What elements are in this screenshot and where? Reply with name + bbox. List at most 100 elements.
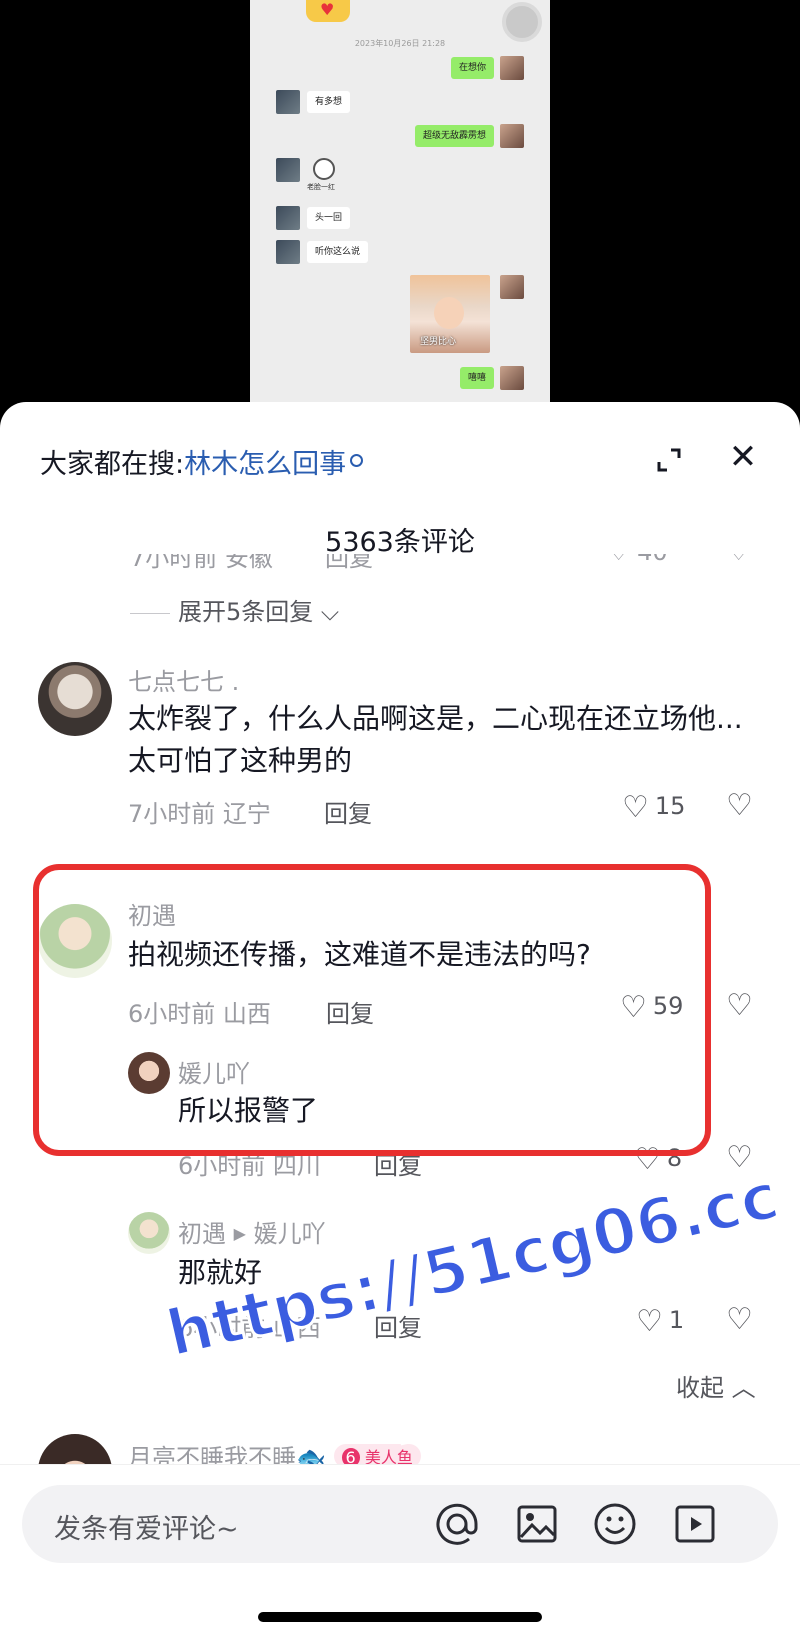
reply-button[interactable]: 回复 — [326, 994, 374, 1029]
dislike-icon[interactable]: ♡ — [726, 988, 753, 1023]
heart-icon: ♡ — [622, 790, 649, 825]
expand-label: 展开5条回复 — [178, 598, 314, 626]
hot-search-prefix: 大家都在搜: — [40, 449, 185, 480]
chat-bubble: 嘻嘻 — [459, 367, 494, 389]
hot-search-link[interactable]: 大家都在搜:林木怎么回事 — [40, 442, 364, 481]
chat-message: 嘻嘻 — [250, 366, 550, 394]
comment-composer: 发条有爱评论~ — [0, 1464, 800, 1636]
avatar[interactable] — [38, 662, 112, 736]
play-arrow-icon: ▶ — [233, 1224, 246, 1243]
comment-input[interactable]: 发条有爱评论~ — [22, 1485, 778, 1563]
like-button[interactable]: ♡ 59 — [620, 990, 683, 1025]
cat-sticker: 老脸一红 — [307, 158, 339, 192]
comment-author[interactable]: 七点七七 . — [128, 662, 239, 697]
like-button[interactable]: ♡ 40 — [608, 554, 668, 566]
dislike-icon[interactable]: ♡ — [726, 788, 753, 823]
chat-message: 有多想 — [250, 90, 550, 118]
comment-text: 那就好 — [178, 1256, 263, 1289]
avatar — [500, 366, 524, 390]
collapse-replies-button[interactable]: 收起 ︿ — [676, 1368, 756, 1403]
heart-icon: ♡ — [634, 1142, 661, 1177]
comment-text: 拍视频还传播，这难道不是违法的吗? — [128, 938, 591, 971]
sheet-header: 大家都在搜:林木怎么回事 ✕ — [0, 402, 800, 482]
comment-placeholder: 发条有爱评论~ — [54, 1514, 239, 1545]
chat-message: 听你这么说 — [250, 240, 550, 268]
like-button[interactable]: ♡ 8 — [634, 1142, 682, 1177]
chat-bubble: 在想你 — [450, 57, 494, 79]
dislike-icon[interactable]: ♡ — [728, 554, 750, 566]
divider — [130, 612, 170, 614]
comment-list[interactable]: 7小时前 安徽 回复 ♡ 40 ♡ 展开5条回复 ⌵ — [0, 542, 800, 1508]
partial-comment-footer: 7小时前 安徽 回复 ♡ 40 ♡ — [130, 554, 770, 574]
comment-meta: 7小时前 辽宁 — [128, 800, 271, 828]
avatar — [276, 206, 300, 230]
avatar[interactable] — [38, 904, 112, 978]
fullscreen-icon[interactable] — [655, 446, 683, 474]
cat-sticker-icon — [313, 158, 335, 180]
mention-icon[interactable] — [434, 1501, 480, 1547]
chat-bubble: 头一回 — [307, 207, 351, 229]
heart-emoji-icon — [306, 0, 350, 22]
avatar — [500, 56, 524, 80]
chat-bubble: 超级无敌霹雳想 — [414, 125, 494, 147]
reply-author-line: 初遇 ▶ 媛儿吖 — [178, 1214, 326, 1249]
dislike-icon[interactable]: ♡ — [726, 1302, 753, 1337]
comment-meta: 6小时前 四川 — [178, 1152, 321, 1180]
search-icon — [350, 454, 364, 467]
chat-message: 坚男比心 — [250, 275, 550, 359]
like-count: 8 — [666, 1144, 683, 1172]
reply-button[interactable]: 回复 — [325, 554, 373, 573]
collapse-label: 收起 — [676, 1374, 724, 1402]
chat-photo: 坚男比心 — [410, 275, 490, 353]
like-count: 1 — [668, 1306, 685, 1334]
chat-bubble: 有多想 — [307, 91, 351, 113]
avatar — [500, 124, 524, 148]
comment-meta: 6小时前 山西 — [178, 1314, 321, 1342]
like-button[interactable]: ♡ 15 — [622, 790, 685, 825]
comment-author[interactable]: 初遇 — [128, 896, 176, 931]
floating-assistive-dot — [502, 2, 542, 42]
sticker-caption: 老脸一红 — [307, 183, 335, 191]
chat-message: 超级无敌霹雳想 — [250, 124, 550, 152]
chat-message: 老脸一红 — [250, 158, 550, 198]
avatar — [276, 90, 300, 114]
video-reply-icon[interactable] — [672, 1501, 718, 1547]
comment-text: 太炸裂了，什么人品啊这是，二心现在还立场他...太可怕了这种男的 — [128, 702, 743, 777]
chevron-up-icon: ︿ — [731, 1374, 756, 1402]
comment-text: 所以报警了 — [178, 1094, 319, 1127]
dislike-icon[interactable]: ♡ — [726, 1140, 753, 1175]
chat-bubble: 听你这么说 — [307, 241, 369, 263]
child-photo — [434, 297, 464, 329]
comment-author[interactable]: 初遇 — [178, 1220, 226, 1248]
comment-meta: 6小时前 山西 — [128, 1000, 271, 1028]
like-button[interactable]: ♡ 1 — [636, 1304, 684, 1339]
heart-icon: ♡ — [636, 1304, 663, 1339]
avatar — [500, 275, 524, 299]
comment-author[interactable]: 媛儿吖 — [178, 1054, 250, 1089]
heart-icon: ♡ — [620, 990, 647, 1025]
avatar — [276, 158, 300, 182]
reply-button[interactable]: 回复 — [374, 1146, 422, 1181]
avatar — [276, 240, 300, 264]
home-indicator[interactable] — [258, 1612, 542, 1622]
chat-message: 头一回 — [250, 206, 550, 234]
reply-button[interactable]: 回复 — [324, 794, 372, 829]
like-count: 15 — [654, 792, 686, 820]
chat-message: 在想你 — [250, 56, 550, 84]
image-icon[interactable] — [514, 1501, 560, 1547]
avatar[interactable] — [128, 1212, 170, 1254]
hot-search-keyword[interactable]: 林木怎么回事 — [184, 449, 346, 480]
comment-meta: 7小时前 安徽 — [130, 554, 273, 572]
video-player[interactable]: 2023年10月26日 21:28 在想你 有多想 超级无敌霹雳想 老脸一红 头… — [0, 0, 800, 420]
avatar[interactable] — [128, 1052, 170, 1094]
reply-target[interactable]: 媛儿吖 — [254, 1220, 326, 1248]
chat-screenshot: 2023年10月26日 21:28 在想你 有多想 超级无敌霹雳想 老脸一红 头… — [250, 0, 550, 405]
chevron-down-icon: ⌵ — [320, 598, 340, 626]
reply-button[interactable]: 回复 — [374, 1308, 422, 1343]
like-count: 59 — [652, 992, 684, 1020]
photo-caption: 坚男比心 — [420, 337, 457, 347]
like-count: 40 — [637, 554, 668, 566]
expand-replies-button[interactable]: 展开5条回复 ⌵ — [130, 592, 339, 627]
emoji-icon[interactable] — [592, 1501, 638, 1547]
close-icon[interactable]: ✕ — [728, 440, 758, 474]
